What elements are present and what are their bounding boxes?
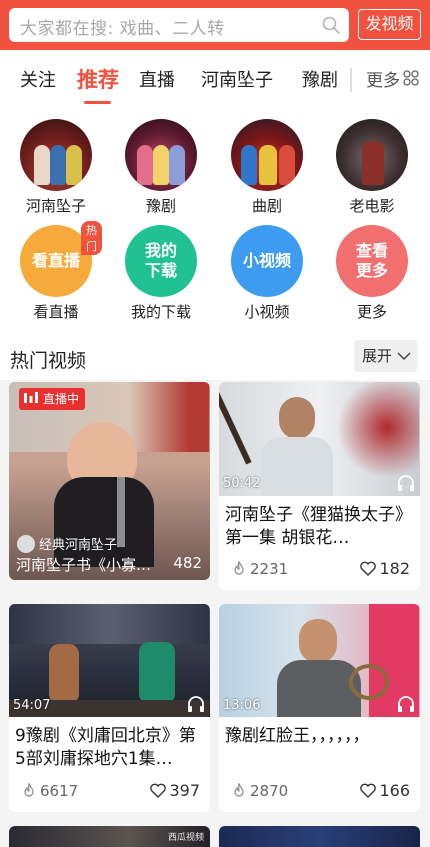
tab-live[interactable]: 直播	[139, 66, 175, 92]
tab-yuju[interactable]: 豫剧	[302, 66, 338, 92]
tab-recommend[interactable]: 推荐	[77, 64, 119, 94]
video-duration: 13:06	[223, 698, 261, 713]
more-icon: 查看 更多	[336, 225, 408, 297]
like-count[interactable]: 182	[359, 559, 410, 578]
grid-icon[interactable]	[403, 70, 419, 86]
category-thumbnail	[336, 119, 408, 191]
channel-tabs: 关注 推荐 直播 河南坠子 豫剧 更多	[0, 50, 430, 108]
like-count[interactable]: 397	[149, 781, 200, 800]
tab-henan-zhuizi[interactable]: 河南坠子	[201, 66, 273, 92]
category-thumbnail	[125, 119, 197, 191]
video-duration: 50:42	[223, 476, 261, 491]
headphones-icon[interactable]	[186, 695, 206, 713]
live-badge: 直播中	[19, 388, 86, 410]
download-icon: 我的 下载	[125, 225, 197, 297]
headphones-icon[interactable]	[396, 474, 416, 492]
category-label: 河南坠子	[25, 197, 86, 215]
expand-button[interactable]: 展开	[354, 340, 417, 372]
chevron-down-icon	[397, 352, 411, 361]
headphones-icon[interactable]	[396, 695, 416, 713]
watermark: 西瓜视频	[167, 833, 204, 843]
category-old-movies[interactable]: 老电影	[327, 119, 417, 216]
play-count: 2231	[231, 560, 288, 578]
avatar	[17, 535, 35, 553]
top-header: 大家都在搜: 戏曲、二人转 发视频	[0, 0, 430, 50]
play-count: 2870	[231, 782, 288, 800]
video-card-live[interactable]: 直播中 经典河南坠子 河南坠子书《小寡… 482	[9, 382, 210, 580]
section-title: 热门视频	[10, 350, 87, 372]
shortcut-my-downloads[interactable]: 我的 下载 我的下载	[116, 225, 206, 322]
category-grid: 河南坠子 豫剧 曲剧 老电影 热门 看直播 看直播 我的 下载 我的下载 小视频…	[0, 108, 430, 334]
search-input[interactable]: 大家都在搜: 戏曲、二人转	[9, 8, 349, 42]
like-count[interactable]: 166	[359, 781, 410, 800]
active-tab-indicator	[84, 101, 111, 104]
category-label: 豫剧	[145, 197, 176, 215]
short-video-icon: 小视频	[231, 225, 303, 297]
fire-icon	[24, 783, 34, 797]
video-title: 河南坠子书《小寡…	[16, 556, 152, 574]
fire-icon	[234, 561, 244, 575]
hot-badge: 热门	[81, 221, 102, 255]
category-label: 曲剧	[251, 197, 282, 215]
shortcut-watch-live[interactable]: 热门 看直播 看直播	[11, 221, 102, 322]
category-yuju[interactable]: 豫剧	[116, 119, 206, 216]
post-video-button[interactable]: 发视频	[358, 9, 421, 40]
heart-icon	[360, 783, 377, 798]
live-bars-icon	[24, 392, 38, 403]
video-card[interactable]	[219, 826, 420, 847]
more-tabs-button[interactable]: 更多	[366, 66, 400, 91]
video-card[interactable]: 西瓜视频	[9, 826, 210, 847]
heart-icon	[360, 561, 377, 576]
video-card[interactable]: 50:42 河南坠子《狸猫换太子》第一集 胡银花… 2231 182	[219, 382, 420, 590]
tab-follow[interactable]: 关注	[20, 66, 56, 92]
video-title: 河南坠子《狸猫换太子》第一集 胡银花…	[225, 505, 412, 548]
video-title: 9豫剧《刘庸回北京》第5部刘庸探地穴1集…	[15, 726, 196, 769]
channel-name: 经典河南坠子	[17, 534, 117, 553]
fire-icon	[234, 783, 244, 797]
video-duration: 54:07	[13, 698, 51, 713]
category-thumbnail	[20, 119, 92, 191]
shortcut-short-video[interactable]: 小视频 小视频	[222, 225, 312, 322]
category-thumbnail	[231, 119, 303, 191]
viewer-count: 482	[173, 554, 202, 572]
heart-icon	[150, 783, 167, 798]
search-placeholder: 大家都在搜: 戏曲、二人转	[20, 19, 225, 39]
play-count: 6617	[21, 782, 78, 800]
category-label: 老电影	[349, 197, 395, 215]
video-card[interactable]: 13:06 豫剧红脸王，，，，，， 2870 166	[219, 604, 420, 812]
category-quju[interactable]: 曲剧	[222, 119, 312, 216]
video-card[interactable]: 54:07 9豫剧《刘庸回北京》第5部刘庸探地穴1集… 6617 397	[9, 604, 210, 812]
search-icon	[322, 16, 340, 34]
hot-videos-header: 热门视频 展开	[0, 334, 430, 380]
shortcut-label: 看直播	[33, 303, 79, 321]
video-title: 豫剧红脸王，，，，，，	[225, 726, 370, 746]
shortcut-label: 小视频	[244, 303, 290, 321]
tab-divider	[350, 68, 352, 92]
shortcut-label: 更多	[356, 303, 387, 321]
category-henan-zhuizi[interactable]: 河南坠子	[11, 119, 101, 216]
shortcut-label: 我的下载	[130, 303, 191, 321]
shortcut-more[interactable]: 查看 更多 更多	[327, 225, 417, 322]
